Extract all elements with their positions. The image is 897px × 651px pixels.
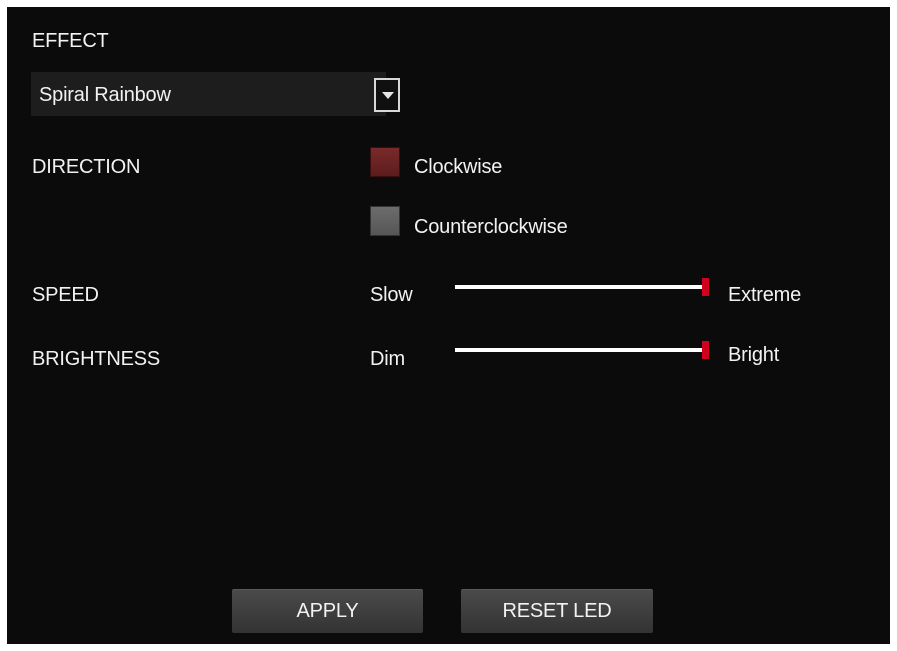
- speed-slider-track[interactable]: [455, 285, 709, 289]
- brightness-slider-thumb[interactable]: [702, 341, 709, 359]
- brightness-min-label: Dim: [370, 348, 405, 370]
- effect-heading: EFFECT: [32, 30, 109, 52]
- brightness-max-label: Bright: [728, 344, 780, 366]
- speed-max-label: Extreme: [728, 284, 802, 306]
- effect-dropdown-value: Spiral Rainbow: [39, 84, 171, 106]
- dropdown-arrow-button[interactable]: [374, 78, 400, 112]
- clockwise-radio[interactable]: [370, 147, 400, 177]
- direction-heading: DIRECTION: [32, 156, 141, 178]
- brightness-slider-track[interactable]: [455, 348, 709, 352]
- apply-button[interactable]: APPLY: [232, 589, 423, 633]
- chevron-down-icon: [382, 92, 394, 99]
- led-settings-panel: EFFECT Spiral Rainbow DIRECTION Clockwis…: [7, 7, 890, 644]
- speed-heading: SPEED: [32, 284, 99, 306]
- clockwise-label[interactable]: Clockwise: [414, 155, 502, 179]
- counterclockwise-radio[interactable]: [370, 206, 400, 236]
- reset-led-button[interactable]: RESET LED: [461, 589, 653, 633]
- counterclockwise-label[interactable]: Counterclockwise: [414, 215, 568, 239]
- brightness-heading: BRIGHTNESS: [32, 348, 161, 370]
- speed-min-label: Slow: [370, 284, 413, 306]
- effect-dropdown[interactable]: Spiral Rainbow: [31, 72, 400, 116]
- speed-slider-thumb[interactable]: [702, 278, 709, 296]
